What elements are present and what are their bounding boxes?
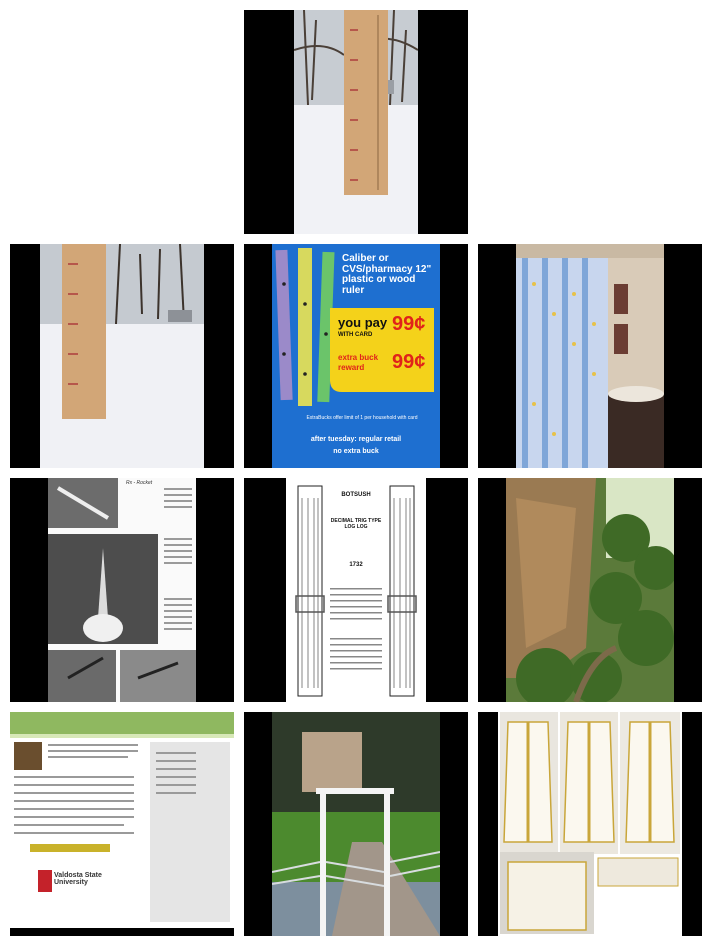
photo-snow-ruler [294, 10, 418, 234]
rocket-magazine-page: Rx - Rocket [48, 478, 196, 702]
slide-rule-brand: BOTSUSH [341, 492, 371, 498]
photo-gorge [506, 478, 674, 702]
photo-gate [272, 712, 440, 936]
thumbnail-rocket-article[interactable]: Rx - Rocket [10, 478, 234, 702]
ad-extra-line2: reward [338, 363, 365, 372]
photo-vestments [498, 712, 682, 936]
thumbnail-webpage[interactable]: Valdosta State University [10, 712, 234, 936]
ad-footer-1: after tuesday: regular retail [310, 436, 402, 443]
ad-footer-2: no extra buck [333, 448, 379, 455]
thumbnail-shower-curtain[interactable] [478, 244, 702, 468]
ad-price-2: 99¢ [392, 351, 426, 373]
slide-rule-print: BOTSUSH DECIMAL TRIG TYPE LOG LOG 1732 [286, 478, 426, 702]
ad-headline: Caliber or CVS/pharmacy 12" plastic or w… [342, 253, 432, 296]
webpage-banner: Valdosta State University [54, 872, 102, 886]
ad-extra-line1: extra buck [338, 353, 379, 362]
thumbnail-snow-ruler-2[interactable] [10, 244, 234, 468]
website-screenshot: Valdosta State University [10, 712, 234, 928]
thumbnail-ruler-ad[interactable]: Caliber or CVS/pharmacy 12" plastic or w… [244, 244, 468, 468]
thumbnail-snow-ruler-1[interactable] [244, 10, 468, 234]
ad-price-1: 99¢ [392, 313, 426, 335]
rocket-page-header: Rx - Rocket [126, 480, 153, 486]
ad-with-card: WITH CARD [338, 332, 373, 338]
thumbnail-vestments[interactable] [478, 712, 702, 936]
thumbnail-gate[interactable] [244, 712, 468, 936]
thumbnail-slide-rule[interactable]: BOTSUSH DECIMAL TRIG TYPE LOG LOG 1732 [244, 478, 468, 702]
photo-shower-curtain [516, 244, 664, 468]
ruler-ad-flyer: Caliber or CVS/pharmacy 12" plastic or w… [272, 244, 440, 468]
ad-you-pay: you pay [338, 315, 388, 330]
slide-rule-sub: DECIMAL TRIG TYPE LOG LOG [330, 518, 382, 530]
slide-rule-model: 1732 [349, 562, 363, 568]
thumbnail-gorge[interactable] [478, 478, 702, 702]
photo-snow-ruler [40, 244, 204, 468]
ad-fine-print: ExtraBucks offer limit of 1 per househol… [306, 415, 418, 421]
